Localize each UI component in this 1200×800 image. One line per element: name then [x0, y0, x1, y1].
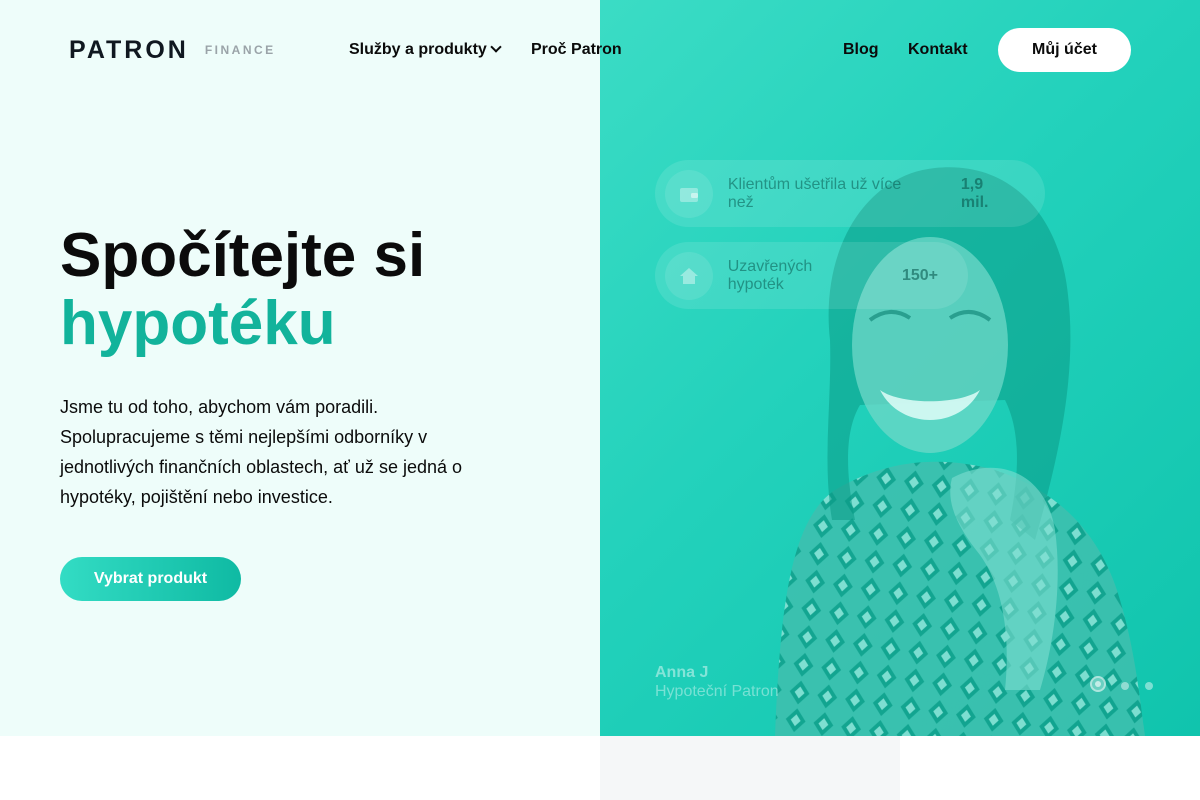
- carousel-dot[interactable]: [1121, 682, 1129, 690]
- person-role: Hypoteční Patron: [655, 683, 779, 700]
- home-icon: [665, 251, 713, 300]
- wallet-icon: [665, 169, 713, 218]
- nav-blog[interactable]: Blog: [843, 40, 879, 60]
- stat-value: 150+: [901, 266, 938, 284]
- stat-value: 1,9 mil.: [960, 175, 989, 211]
- nav-why-patron[interactable]: Proč Patron: [531, 40, 622, 60]
- hero-title-line2: hypotéku: [60, 289, 336, 358]
- stat-savings: Klientům ušetřila už více než 1,9 mil.: [655, 160, 1045, 227]
- site-header: PATRON FINANCE Služby a produkty Proč Pa…: [0, 0, 1200, 100]
- stat-mortgages: Uzavřených hypoték 150+: [655, 242, 968, 309]
- hero-title: Spočítejte si hypotéku: [60, 222, 425, 358]
- logo-wordmark: PATRON: [69, 36, 189, 64]
- carousel-dot[interactable]: [1145, 682, 1153, 690]
- hero-description: Jsme tu od toho, abychom vám poradili. S…: [60, 397, 463, 507]
- logo-subtitle: FINANCE: [204, 43, 276, 57]
- carousel-dots: [1090, 676, 1160, 696]
- nav-services-label: Služby a produkty: [349, 41, 487, 58]
- my-account-button[interactable]: Můj účet: [998, 28, 1131, 72]
- stat-label: Uzavřených hypoték: [727, 257, 813, 293]
- hero-photo: [775, 167, 1145, 736]
- stat-label: Klientům ušetřila už více než: [727, 175, 902, 211]
- logo[interactable]: PATRON FINANCE: [69, 36, 276, 64]
- hero-title-line1: Spočítejte si: [60, 221, 426, 290]
- choose-product-button[interactable]: Vybrat produkt: [60, 557, 241, 601]
- nav-services[interactable]: Služby a produkty: [349, 40, 502, 60]
- hero-photo-panel: Klientům ušetřila už více než 1,9 mil. U…: [600, 0, 1200, 736]
- person-name: Anna J: [655, 664, 709, 681]
- hero-left-background: [0, 0, 600, 736]
- carousel-dot-active-center: [1095, 681, 1101, 687]
- below-section-panel: [600, 736, 900, 800]
- nav-contact[interactable]: Kontakt: [908, 40, 968, 60]
- chevron-down-icon: [490, 41, 502, 53]
